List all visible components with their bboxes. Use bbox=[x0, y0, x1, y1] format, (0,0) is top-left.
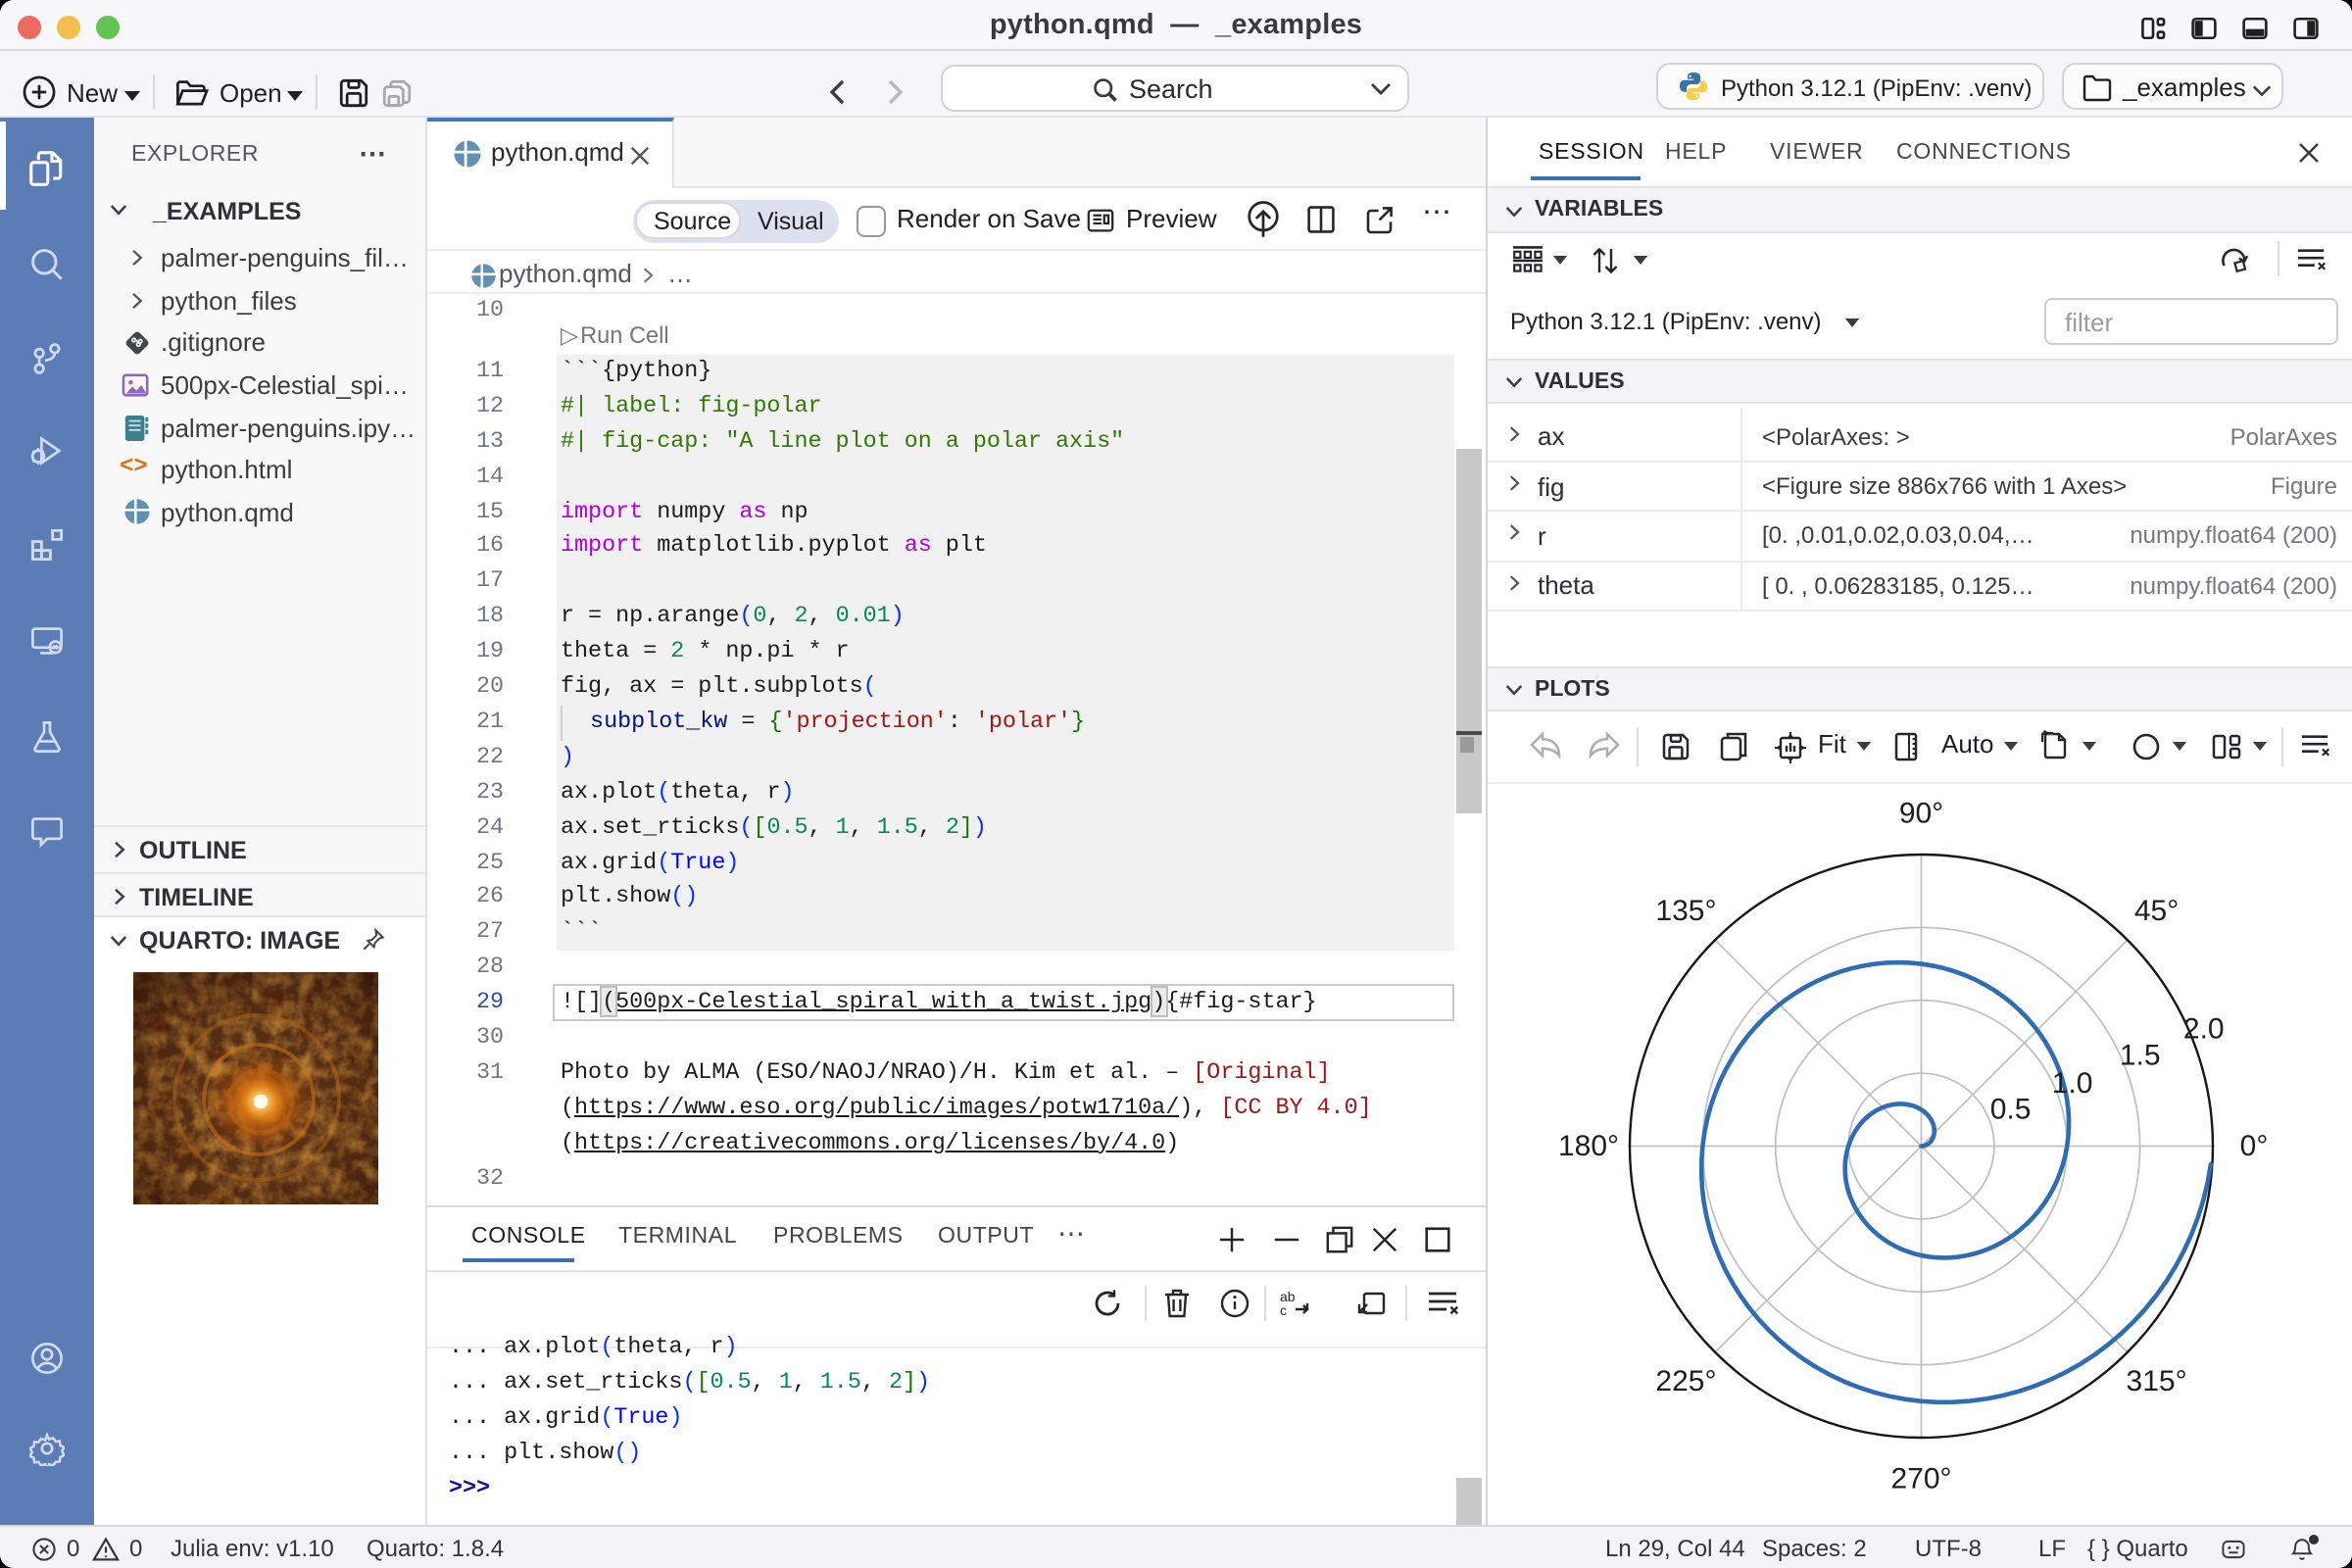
svg-text:90°: 90° bbox=[1898, 798, 1942, 830]
svg-text:315°: 315° bbox=[2126, 1365, 2186, 1397]
svg-text:c: c bbox=[1279, 1301, 1286, 1317]
svg-text:45°: 45° bbox=[2133, 895, 2178, 927]
svg-text:0.5: 0.5 bbox=[1989, 1093, 2031, 1125]
svg-text:180°: 180° bbox=[1557, 1130, 1618, 1162]
svg-text:0°: 0° bbox=[2239, 1130, 2268, 1162]
svg-text:225°: 225° bbox=[1654, 1365, 1715, 1397]
svg-text:2.0: 2.0 bbox=[2182, 1013, 2224, 1046]
svg-text:135°: 135° bbox=[1654, 895, 1715, 927]
svg-text:1.0: 1.0 bbox=[2051, 1067, 2092, 1100]
svg-text:270°: 270° bbox=[1889, 1463, 1950, 1495]
svg-text:1.5: 1.5 bbox=[2119, 1040, 2160, 1072]
